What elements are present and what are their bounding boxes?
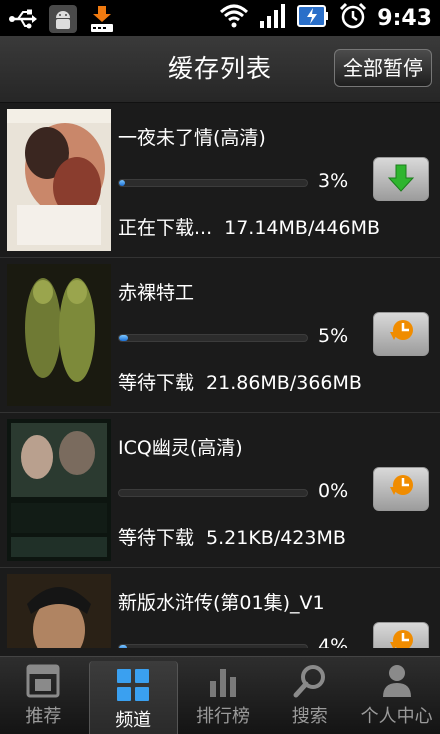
- status-text: 正在下载...: [118, 217, 213, 239]
- download-title: 一夜未了情(高清): [118, 127, 266, 149]
- waiting-button[interactable]: [373, 622, 429, 648]
- tab-ranking[interactable]: 排行榜: [180, 657, 267, 734]
- download-notification-icon: [88, 4, 116, 38]
- movie-poster: [7, 109, 111, 251]
- tab-search[interactable]: 搜索: [266, 657, 353, 734]
- tab-label: 频道: [115, 710, 152, 731]
- progress-bar: [118, 179, 308, 187]
- file-size: 17.14MB/446MB: [224, 217, 381, 239]
- tab-recommend[interactable]: 推荐: [0, 657, 87, 734]
- file-size: 21.86MB/366MB: [206, 372, 362, 394]
- download-list[interactable]: 一夜未了情(高清) 3% 正在下载... 17.14MB/446MB 赤裸特工 5…: [0, 103, 440, 648]
- progress-fill: [119, 180, 125, 186]
- waiting-button[interactable]: [373, 312, 429, 356]
- download-item[interactable]: 新版水浒传(第01集)_V1 4%: [0, 568, 440, 648]
- movie-poster: [7, 264, 111, 406]
- tab-label: 搜索: [291, 706, 328, 727]
- movie-poster: [7, 419, 111, 561]
- file-size: 5.21KB/423MB: [206, 527, 346, 549]
- download-status: 等待下载 21.86MB/366MB: [118, 368, 362, 395]
- alarm-icon: [339, 2, 367, 34]
- bottom-nav: 推荐 频道 排行榜 搜索 个人中心: [0, 656, 440, 734]
- waiting-clock-icon: [386, 318, 416, 351]
- status-text: 等待下载: [118, 527, 195, 549]
- download-title: ICQ幽灵(高清): [118, 437, 243, 459]
- signal-icon: [259, 3, 287, 33]
- download-item[interactable]: 赤裸特工 5% 等待下载 21.86MB/366MB: [0, 258, 440, 413]
- progress-percent: 3%: [318, 170, 349, 192]
- download-item[interactable]: 一夜未了情(高清) 3% 正在下载... 17.14MB/446MB: [0, 103, 440, 258]
- wifi-icon: [219, 3, 249, 33]
- search-icon: [292, 663, 328, 699]
- title-bar: 缓存列表 全部暂停: [0, 36, 440, 103]
- waiting-clock-icon: [386, 628, 416, 648]
- download-title: 赤裸特工: [118, 282, 195, 304]
- movie-poster: [7, 574, 111, 648]
- progress-bar: [118, 644, 308, 648]
- progress-bar: [118, 489, 308, 497]
- progress-fill: [119, 645, 127, 648]
- recommend-icon: [25, 663, 61, 699]
- download-arrow-icon: [387, 163, 415, 196]
- waiting-button[interactable]: [373, 467, 429, 511]
- progress-percent: 5%: [318, 325, 349, 347]
- download-status: 等待下载 5.21KB/423MB: [118, 523, 346, 550]
- tab-channel[interactable]: 频道: [88, 661, 178, 734]
- waiting-clock-icon: [386, 473, 416, 506]
- progress-percent: 4%: [318, 635, 349, 648]
- download-button[interactable]: [373, 157, 429, 201]
- tab-label: 推荐: [25, 706, 62, 727]
- tab-profile[interactable]: 个人中心: [353, 657, 440, 734]
- download-title: 新版水浒传(第01集)_V1: [118, 592, 325, 614]
- pause-all-button[interactable]: 全部暂停: [334, 49, 432, 87]
- ranking-bars-icon: [205, 663, 241, 699]
- person-icon: [379, 663, 415, 699]
- channel-grid-icon: [115, 667, 151, 703]
- progress-fill: [119, 335, 129, 341]
- progress-percent: 0%: [318, 480, 349, 502]
- clock: 9:43: [377, 5, 432, 31]
- download-item[interactable]: ICQ幽灵(高清) 0% 等待下载 5.21KB/423MB: [0, 413, 440, 568]
- progress-bar: [118, 334, 308, 342]
- tab-label: 个人中心: [360, 706, 433, 727]
- tab-label: 排行榜: [195, 706, 250, 727]
- battery-charging-icon: [297, 3, 329, 33]
- download-status: 正在下载... 17.14MB/446MB: [118, 213, 380, 240]
- status-text: 等待下载: [118, 372, 195, 394]
- usb-icon: [8, 6, 38, 36]
- android-debug-icon: [48, 4, 78, 38]
- status-bar: 9:43: [0, 0, 440, 36]
